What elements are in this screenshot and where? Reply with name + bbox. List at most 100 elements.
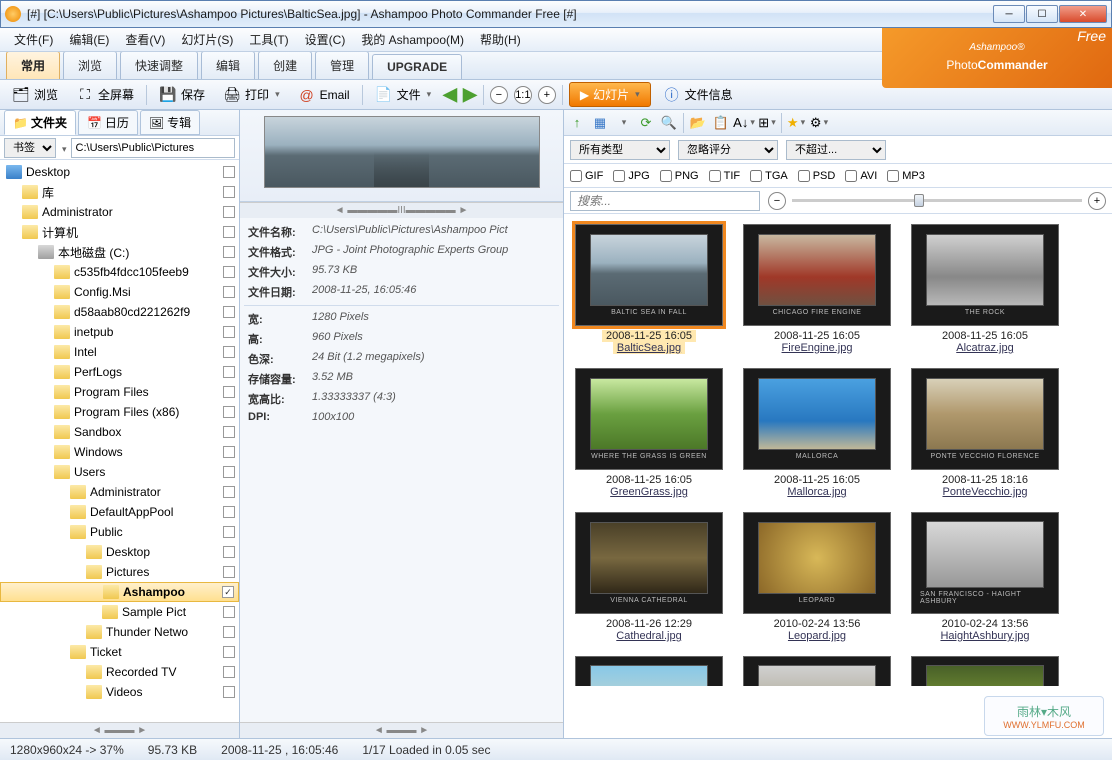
tree-node[interactable]: Thunder Netwo <box>0 622 239 642</box>
tab-create[interactable]: 创建 <box>258 51 312 79</box>
thumbnail[interactable] <box>574 656 724 686</box>
grid-size-icon[interactable]: ⊞ <box>758 114 776 132</box>
thumbnail[interactable]: THE ROCK2008-11-25 16:05Alcatraz.jpg <box>910 224 1060 354</box>
thumb-filename[interactable]: Cathedral.jpg <box>616 630 681 642</box>
tree-node[interactable]: inetpub <box>0 322 239 342</box>
tab-browse[interactable]: 浏览 <box>63 51 117 79</box>
tab-common[interactable]: 常用 <box>6 51 60 79</box>
tree-checkbox[interactable] <box>223 366 235 378</box>
maximize-button[interactable]: ☐ <box>1026 5 1058 23</box>
tree-checkbox[interactable] <box>223 486 235 498</box>
menu-slideshow[interactable]: 幻灯片(S) <box>173 28 241 51</box>
sort-icon[interactable]: A↓ <box>735 114 753 132</box>
refresh-icon[interactable]: ⟳ <box>637 114 655 132</box>
thumbnail[interactable]: VIENNA CATHEDRAL2008-11-26 12:29Cathedra… <box>574 512 724 642</box>
tree-checkbox[interactable] <box>223 446 235 458</box>
gear-icon[interactable]: ⚙ <box>810 114 828 132</box>
tree-checkbox[interactable] <box>223 566 235 578</box>
thumb-filename[interactable]: FireEngine.jpg <box>782 342 853 354</box>
folder-tree[interactable]: Desktop库Administrator计算机本地磁盘 (C:)c535fb4… <box>0 160 239 722</box>
tree-node[interactable]: Recorded TV <box>0 662 239 682</box>
tree-node[interactable]: Windows <box>0 442 239 462</box>
thumb-filename[interactable]: Leopard.jpg <box>788 630 846 642</box>
tree-node[interactable]: Users <box>0 462 239 482</box>
tree-checkbox[interactable] <box>223 426 235 438</box>
filter-rating[interactable]: 忽略评分 <box>678 140 778 160</box>
thumbnail[interactable]: SAN FRANCISCO - HAIGHT ASHBURY2010-02-24… <box>910 512 1060 642</box>
thumbnail[interactable]: PONTE VECCHIO FLORENCE2008-11-25 18:16Po… <box>910 368 1060 498</box>
thumb-filename[interactable]: PonteVecchio.jpg <box>942 486 1027 498</box>
fullscreen-button[interactable]: ⛶全屏幕 <box>70 83 140 107</box>
format-png[interactable]: PNG <box>660 170 699 182</box>
format-gif[interactable]: GIF <box>570 170 603 182</box>
tree-node[interactable]: c535fb4fdcc105feeb9 <box>0 262 239 282</box>
preview-image[interactable] <box>264 116 540 188</box>
tree-node[interactable]: DefaultAppPool <box>0 502 239 522</box>
thumb-filename[interactable]: GreenGrass.jpg <box>610 486 688 498</box>
thumb-filename[interactable]: Alcatraz.jpg <box>956 342 1013 354</box>
fileinfo-button[interactable]: ⓘ文件信息 <box>657 83 739 107</box>
format-tga[interactable]: TGA <box>750 170 788 182</box>
tree-node[interactable]: Administrator <box>0 202 239 222</box>
tree-checkbox[interactable] <box>223 606 235 618</box>
minimize-button[interactable]: ─ <box>993 5 1025 23</box>
prev-arrow-icon[interactable]: ◀ <box>443 84 457 105</box>
format-psd[interactable]: PSD <box>798 170 836 182</box>
view-dropdown[interactable] <box>614 114 632 132</box>
copy-icon[interactable]: 📋 <box>712 114 730 132</box>
lefttab-folders[interactable]: 📁文件夹 <box>4 110 76 135</box>
tab-upgrade[interactable]: UPGRADE <box>372 54 462 79</box>
tree-checkbox[interactable] <box>223 266 235 278</box>
search-input[interactable] <box>570 191 760 211</box>
menu-view[interactable]: 查看(V) <box>117 28 173 51</box>
thumb-zoom-out[interactable]: − <box>768 192 786 210</box>
thumbnail[interactable]: LEOPARD2010-02-24 13:56Leopard.jpg <box>742 512 892 642</box>
tree-checkbox[interactable] <box>223 246 235 258</box>
tree-checkbox[interactable] <box>223 286 235 298</box>
tree-checkbox[interactable] <box>223 666 235 678</box>
format-tif[interactable]: TIF <box>709 170 741 182</box>
props-h-scroll[interactable]: ◄ ▬▬▬ ► <box>240 722 563 738</box>
thumb-filename[interactable]: Mallorca.jpg <box>787 486 846 498</box>
tree-node[interactable]: Ticket <box>0 642 239 662</box>
tab-quick-adjust[interactable]: 快速调整 <box>120 51 198 79</box>
tree-node[interactable]: Desktop <box>0 542 239 562</box>
tree-checkbox[interactable] <box>223 646 235 658</box>
tree-checkbox[interactable] <box>223 506 235 518</box>
tree-node[interactable]: Videos <box>0 682 239 702</box>
tree-checkbox[interactable] <box>223 226 235 238</box>
tree-node[interactable]: Intel <box>0 342 239 362</box>
filter-type[interactable]: 所有类型 <box>570 140 670 160</box>
folder-new-icon[interactable]: 📂 <box>689 114 707 132</box>
tree-checkbox[interactable] <box>223 686 235 698</box>
lefttab-calendar[interactable]: 📅日历 <box>78 110 138 135</box>
thumbnail-grid[interactable]: BALTIC SEA IN FALL2008-11-25 16:05Baltic… <box>564 214 1112 738</box>
thumbnail[interactable] <box>742 656 892 686</box>
menu-file[interactable]: 文件(F) <box>6 28 61 51</box>
menu-settings[interactable]: 设置(C) <box>297 28 354 51</box>
tree-checkbox[interactable] <box>223 386 235 398</box>
thumbnail[interactable]: MALLORCA2008-11-25 16:05Mallorca.jpg <box>742 368 892 498</box>
file-dropdown[interactable]: 📄文件 <box>369 83 438 107</box>
tree-checkbox[interactable] <box>223 306 235 318</box>
menu-help[interactable]: 帮助(H) <box>472 28 529 51</box>
tree-node[interactable]: d58aab80cd221262f9 <box>0 302 239 322</box>
thumbnail[interactable]: BALTIC SEA IN FALL2008-11-25 16:05Baltic… <box>574 224 724 354</box>
lefttab-albums[interactable]: 🖼专辑 <box>140 110 200 135</box>
menu-my-ashampoo[interactable]: 我的 Ashampoo(M) <box>353 28 472 51</box>
slideshow-button[interactable]: ▶幻灯片 <box>569 82 651 107</box>
tree-checkbox[interactable] <box>223 626 235 638</box>
thumb-filename[interactable]: BalticSea.jpg <box>613 342 685 354</box>
tree-node[interactable]: 库 <box>0 182 239 202</box>
tab-edit[interactable]: 编辑 <box>201 51 255 79</box>
zoom-in-button[interactable]: + <box>538 86 556 104</box>
zoom-out-button[interactable]: − <box>490 86 508 104</box>
tree-checkbox[interactable] <box>223 346 235 358</box>
tree-node[interactable]: Program Files <box>0 382 239 402</box>
tree-checkbox[interactable] <box>223 186 235 198</box>
address-input[interactable] <box>71 138 235 158</box>
format-avi[interactable]: AVI <box>845 170 877 182</box>
tree-h-scroll[interactable]: ◄ ▬▬▬ ► <box>0 722 239 738</box>
tree-checkbox[interactable] <box>223 526 235 538</box>
bookmark-dropdown[interactable] <box>60 141 67 155</box>
